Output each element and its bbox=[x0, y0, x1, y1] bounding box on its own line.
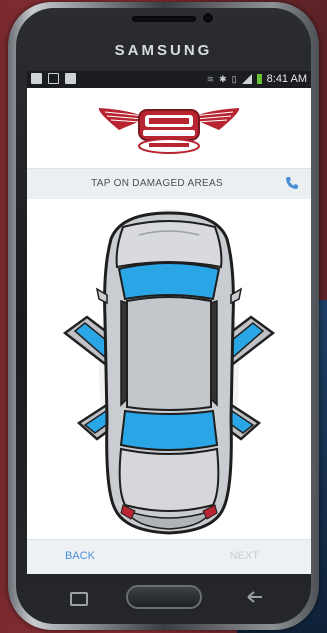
status-left-icons bbox=[31, 73, 76, 84]
car-hood[interactable] bbox=[115, 220, 223, 269]
back-button[interactable]: BACK bbox=[65, 550, 95, 562]
car-roof[interactable] bbox=[126, 296, 212, 411]
device-brand: SAMSUNG bbox=[114, 42, 213, 59]
bluetooth-icon: ✱ bbox=[219, 73, 227, 84]
company-logo bbox=[98, 108, 240, 154]
status-time: 8:41 AM bbox=[266, 73, 307, 85]
car-windshield[interactable] bbox=[117, 262, 221, 301]
signal-icon bbox=[241, 74, 252, 84]
home-button[interactable] bbox=[128, 587, 200, 607]
next-button[interactable]: NEXT bbox=[230, 550, 259, 562]
status-bar: ≋ ✱ ▯ 8:41 AM bbox=[27, 71, 311, 88]
car-top-view[interactable] bbox=[27, 199, 311, 539]
facebook-notification-icon bbox=[65, 73, 76, 84]
vibrate-icon: ▯ bbox=[231, 73, 237, 84]
car-rear-window[interactable] bbox=[119, 409, 219, 451]
car-diagram-area bbox=[27, 199, 311, 539]
bottom-nav-bar: BACK NEXT bbox=[27, 539, 311, 574]
instruction-bar: TAP ON DAMAGED AREAS bbox=[27, 168, 311, 201]
car-trunk[interactable] bbox=[118, 447, 220, 512]
nfc-icon: ≋ bbox=[206, 73, 215, 84]
recent-apps-icon[interactable] bbox=[70, 592, 88, 606]
front-camera bbox=[203, 13, 213, 23]
back-arrow-icon[interactable] bbox=[246, 591, 264, 603]
phone-icon[interactable] bbox=[285, 176, 299, 190]
screen: ≋ ✱ ▯ 8:41 AM TAP ON DAMAGED AREAS BACK … bbox=[27, 71, 311, 574]
status-right-icons: ≋ ✱ ▯ 8:41 AM bbox=[207, 73, 307, 85]
mail-notification-icon bbox=[48, 73, 59, 84]
instruction-text: TAP ON DAMAGED AREAS bbox=[91, 178, 223, 189]
battery-icon bbox=[256, 74, 262, 84]
earpiece-speaker bbox=[132, 16, 196, 22]
header-logo-area bbox=[27, 88, 311, 168]
image-notification-icon bbox=[31, 73, 42, 84]
